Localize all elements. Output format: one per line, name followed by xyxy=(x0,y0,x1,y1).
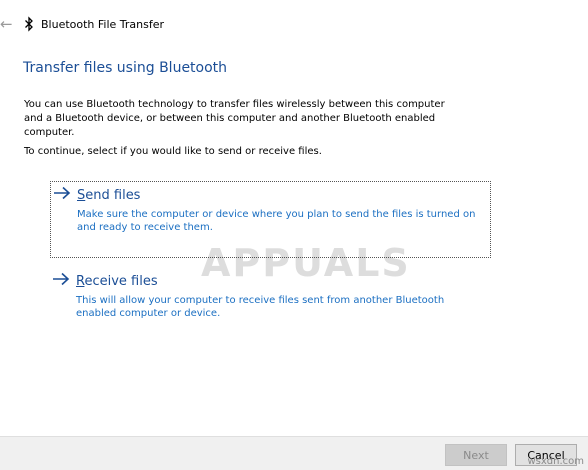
send-files-title: Send files xyxy=(77,188,141,203)
back-arrow-icon[interactable]: ← xyxy=(0,14,14,34)
bluetooth-icon xyxy=(25,16,33,32)
window-title: Bluetooth File Transfer xyxy=(41,18,165,31)
next-button[interactable]: Next xyxy=(445,444,507,466)
page-heading: Transfer files using Bluetooth xyxy=(23,60,228,76)
arrow-right-icon xyxy=(53,272,70,286)
receive-files-description: This will allow your computer to receive… xyxy=(76,295,445,319)
intro-text: You can use Bluetooth technology to tran… xyxy=(24,99,445,138)
site-watermark: wsxdn.com xyxy=(527,456,584,467)
watermark-logo: APPUALS xyxy=(201,233,409,293)
instruction-text: To continue, select if you would like to… xyxy=(24,146,322,157)
watermark-text: APPUALS xyxy=(201,241,411,285)
arrow-right-icon xyxy=(54,186,71,200)
receive-files-title: Receive files xyxy=(76,274,158,289)
send-files-description: Make sure the computer or device where y… xyxy=(77,209,476,233)
title-bar: ← Bluetooth File Transfer xyxy=(0,0,588,48)
